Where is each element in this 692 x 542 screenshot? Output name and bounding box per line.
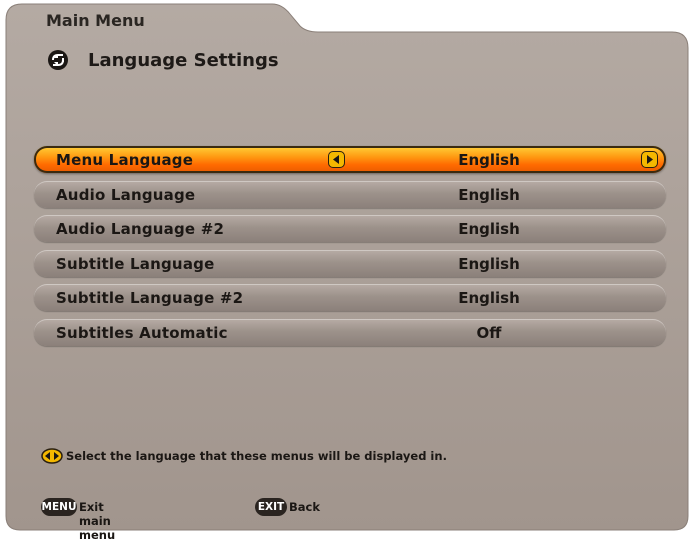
left-right-icon [41,448,63,464]
subtitle-language-row[interactable]: Subtitle Language English [34,249,666,277]
breadcrumb: Main Menu [46,11,145,30]
right-arrow-icon[interactable] [641,151,658,168]
menu-key-icon[interactable]: MENU [41,498,77,516]
back-label: Back [289,500,320,514]
row-value: English [458,151,520,169]
audio-language-2-row[interactable]: Audio Language #2 English [34,215,666,242]
page-title: Language Settings [88,49,279,71]
subtitles-automatic-row[interactable]: Subtitles Automatic Off [34,318,666,346]
row-label: Subtitle Language [56,254,215,273]
exit-key-icon[interactable]: EXIT [255,498,287,516]
row-label: Audio Language #2 [56,220,225,238]
row-label: Subtitles Automatic [56,323,228,342]
help-hint: Select the language that these menus wil… [41,447,447,465]
subtitle-language-2-row[interactable]: Subtitle Language #2 English [34,284,666,311]
exit-main-menu-label: Exit main menu [79,500,116,542]
title-row: Language Settings [46,48,279,72]
row-value: Off [476,323,502,342]
row-value: English [458,185,520,204]
row-value: English [458,220,520,238]
left-arrow-icon[interactable] [328,151,345,168]
back-arrow-icon [48,50,68,70]
settings-list: Menu Language English Audio Language Eng… [34,146,666,353]
row-value: English [458,254,520,273]
audio-language-row[interactable]: Audio Language English [34,180,666,208]
help-text: Select the language that these menus wil… [66,449,447,463]
row-label: Subtitle Language #2 [56,289,244,307]
menu-language-row[interactable]: Menu Language English [34,146,666,173]
row-value: English [458,289,520,307]
row-label: Menu Language [56,151,194,169]
row-label: Audio Language [56,185,196,204]
